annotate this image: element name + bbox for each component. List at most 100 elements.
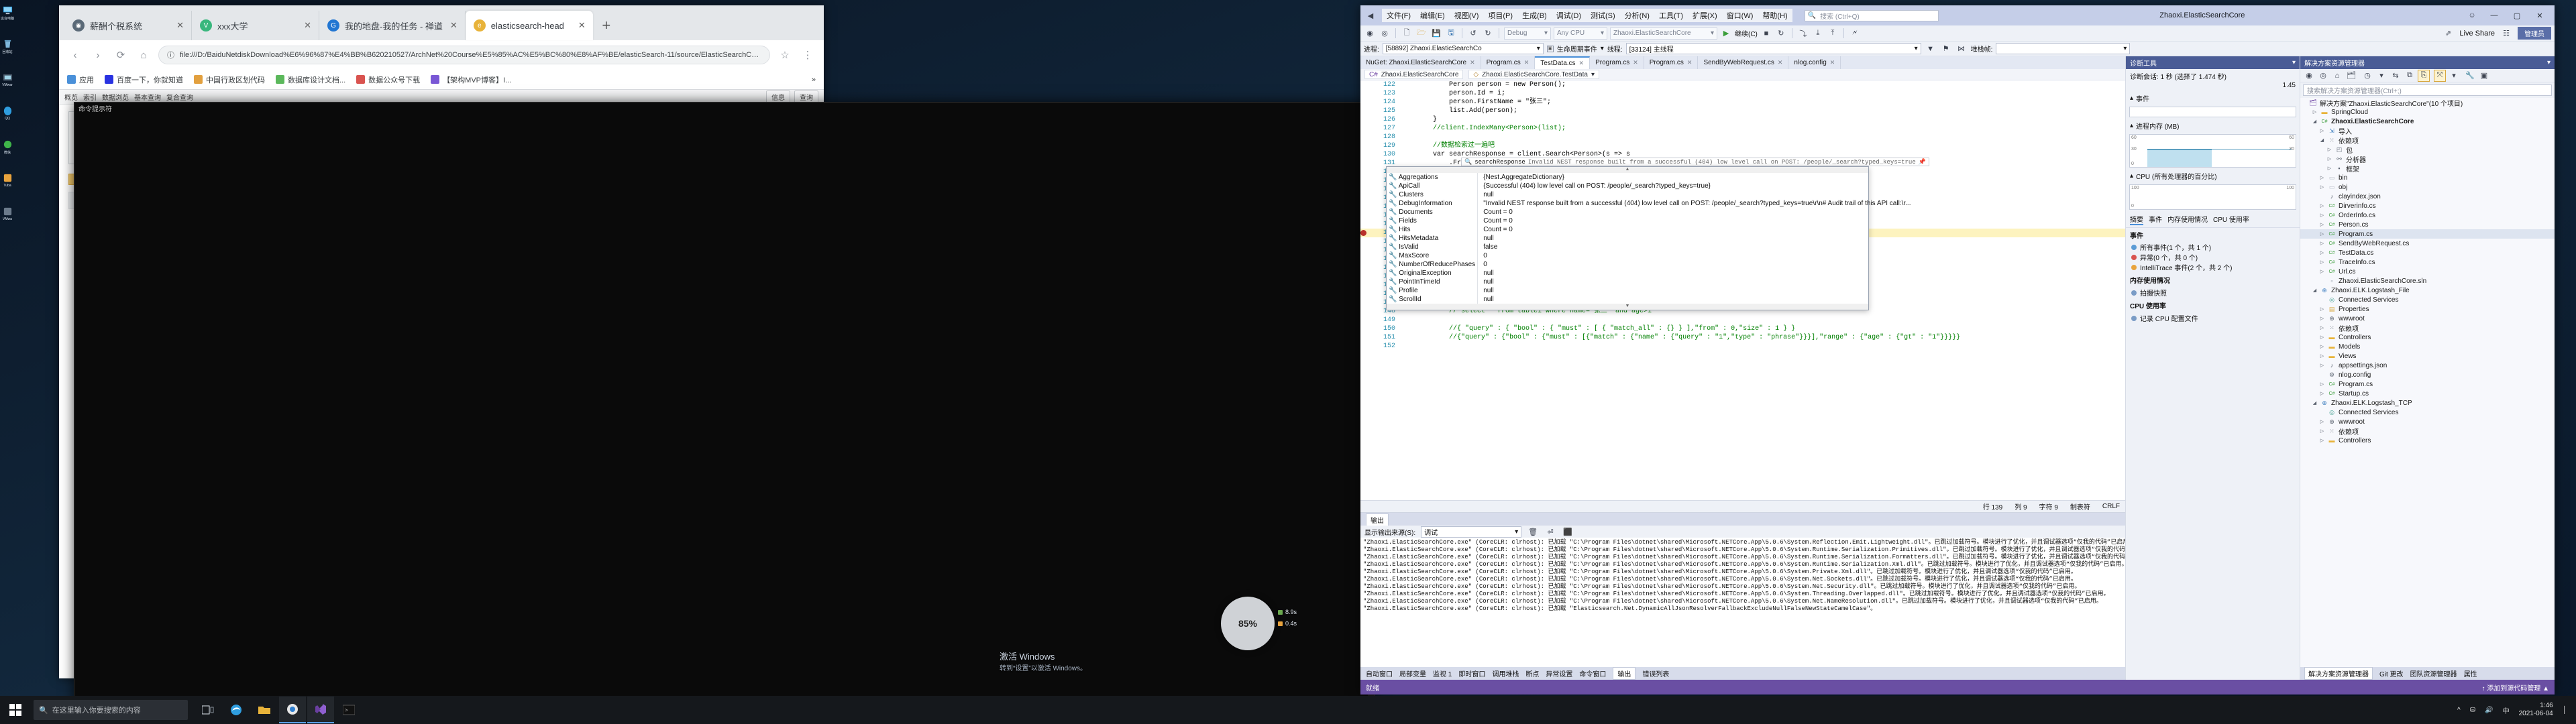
tree-item[interactable]: ▷♪appsettings.json	[2300, 361, 2555, 370]
menu-debug[interactable]: 调试(D)	[1552, 9, 1586, 22]
tree-item[interactable]: ▷C#TraceInfo.cs	[2300, 257, 2555, 267]
tree-item[interactable]: ⚙nlog.config	[2300, 370, 2555, 379]
twisty-icon[interactable]: ▷	[2312, 109, 2318, 115]
navigate-back-icon[interactable]: ◉	[1364, 27, 1376, 40]
breakpoint-gutter[interactable]	[1360, 342, 1370, 351]
event-row-0[interactable]: 所有事件(1 个，共 1 个)	[2126, 242, 2300, 252]
menu-help[interactable]: 帮助(H)	[1758, 9, 1792, 22]
close-icon[interactable]: ✕	[1633, 59, 1638, 66]
close-icon[interactable]: ✕	[1470, 59, 1475, 66]
magnifier-icon[interactable]: 🔍	[1464, 159, 1472, 166]
home-icon[interactable]: ⌂	[136, 47, 152, 63]
taskbar-search-input[interactable]: 🔍 在这里输入你要搜索的内容	[34, 700, 188, 720]
datatip-row[interactable]: 🔧 OriginalExceptionnull	[1387, 269, 1913, 278]
lifecycle-label[interactable]: 生命周期事件	[1557, 44, 1597, 54]
breakpoint-gutter[interactable]	[1360, 237, 1370, 246]
vs-search-input[interactable]: 🔍 搜索 (Ctrl+Q)	[1805, 10, 1939, 21]
breakpoint-gutter[interactable]	[1360, 80, 1370, 89]
pin-icon[interactable]: 📌	[1919, 159, 1926, 166]
preview-icon[interactable]: ▣	[2478, 70, 2490, 82]
event-row-2[interactable]: IntelliTrace 事件(2 个，共 2 个)	[2126, 262, 2300, 272]
tab-properties[interactable]: 属性	[2464, 668, 2477, 678]
navigate-forward-icon[interactable]: ◎	[1379, 27, 1391, 40]
editor-tab-0[interactable]: NuGet: Zhaoxi.ElasticSearchCore✕	[1360, 56, 1481, 69]
twisty-icon[interactable]: ▷	[2319, 241, 2325, 246]
menu-project[interactable]: 项目(P)	[1483, 9, 1517, 22]
breadcrumb-project[interactable]: C#Zhaoxi.ElasticSearchCore	[1364, 70, 1463, 79]
refresh-icon[interactable]: ⇆	[2390, 70, 2402, 82]
panel-menu-icon[interactable]: ▾	[2292, 59, 2296, 66]
flag-icon[interactable]: ⚑	[1940, 43, 1952, 55]
close-icon[interactable]: ✕	[174, 20, 186, 31]
solution-config-combo[interactable]: Debug▾	[1504, 27, 1551, 40]
tab-watch1[interactable]: 监视 1	[1433, 668, 1452, 678]
breakpoint-gutter[interactable]	[1360, 316, 1370, 324]
close-icon[interactable]: ✕	[1778, 59, 1783, 66]
close-icon[interactable]: ✕	[1830, 59, 1835, 66]
datatip-row[interactable]: 🔧 MaxScore0	[1387, 251, 1913, 260]
tab-command-window[interactable]: 命令窗口	[1579, 668, 1606, 678]
tab-output[interactable]: 输出	[1613, 667, 1635, 680]
desktop-icon-vmware[interactable]: VMwar	[0, 72, 15, 102]
save-all-icon[interactable]: 🖫	[1445, 27, 1457, 40]
breakpoint-gutter[interactable]	[1360, 202, 1370, 211]
tree-item[interactable]: ◎Connected Services	[2300, 408, 2555, 417]
twisty-icon[interactable]: ▷	[2319, 344, 2325, 349]
forward-icon[interactable]: ◎	[2317, 70, 2329, 82]
tree-item[interactable]: ▷▬Models	[2300, 342, 2555, 351]
solution-explorer-search-input[interactable]: 搜索解决方案资源管理器(Ctrl+;)	[2303, 84, 2552, 96]
open-file-icon[interactable]: 🗁	[1415, 27, 1428, 40]
cpu-section-header[interactable]: ▴ CPU (所有处理器的百分比)	[2126, 170, 2300, 182]
tree-item[interactable]: ▷▬Controllers	[2300, 333, 2555, 342]
twisty-icon[interactable]: ▷	[2319, 363, 2325, 368]
datatip-row[interactable]: 🔧 Clustersnull	[1387, 190, 1913, 199]
es-head-tab-1[interactable]: 索引	[83, 92, 97, 102]
twisty-icon[interactable]: ◢	[2312, 119, 2318, 124]
breakpoint-gutter[interactable]	[1360, 107, 1370, 115]
twisty-icon[interactable]: ▷	[2319, 222, 2325, 227]
breakpoint-icon[interactable]	[1360, 230, 1366, 236]
taskbar-edge-button[interactable]	[223, 697, 250, 723]
desktop-icon-vmware-ws[interactable]: VMwa	[0, 206, 15, 236]
breakpoint-gutter[interactable]	[1360, 333, 1370, 342]
twisty-icon[interactable]: ◢	[2319, 137, 2325, 143]
breakpoint-gutter[interactable]	[1360, 263, 1370, 272]
twisty-icon[interactable]: ▷	[2319, 438, 2325, 443]
output-tab-title[interactable]: 输出	[1366, 514, 1389, 526]
datatip-row[interactable]: 🔧 FieldsCount = 0	[1387, 217, 1913, 225]
breakpoint-gutter[interactable]	[1360, 89, 1370, 98]
twisty-icon[interactable]: ◢	[2312, 288, 2318, 293]
bookmark-item-1[interactable]: 百度一下，你就知道	[105, 74, 183, 85]
tree-item[interactable]: ▷▬SpringCloud	[2300, 107, 2555, 117]
close-icon[interactable]: ✕	[1579, 60, 1585, 67]
back-icon[interactable]: ‹	[67, 47, 83, 63]
diag-tab-cpu[interactable]: CPU 使用率	[2213, 214, 2249, 225]
twisty-icon[interactable]: ▷	[2319, 231, 2325, 237]
breakpoint-gutter[interactable]	[1360, 281, 1370, 290]
forward-icon[interactable]: ›	[90, 47, 106, 63]
tree-item[interactable]: ▷▭obj	[2300, 182, 2555, 192]
editor-tab-3[interactable]: Program.cs✕	[1590, 56, 1644, 69]
tree-item[interactable]: ▷▬Controllers	[2300, 436, 2555, 445]
bookmark-item-4[interactable]: 数据公众号下载	[356, 74, 420, 85]
word-wrap-icon[interactable]: ⏎	[1544, 526, 1556, 538]
editor-tab-1[interactable]: Program.cs✕	[1481, 56, 1536, 69]
redo-icon[interactable]: ↻	[1482, 27, 1494, 40]
account-name-badge[interactable]: 管理员	[2518, 27, 2551, 40]
tab-autos[interactable]: 自动窗口	[1366, 668, 1393, 678]
diag-tab-memory[interactable]: 内存使用情况	[2167, 214, 2208, 225]
new-project-icon[interactable]: 🗋	[1401, 27, 1413, 40]
desktop-icon-qq[interactable]: QQ	[0, 106, 15, 135]
twisty-icon[interactable]: ▷	[2319, 335, 2325, 340]
tree-item[interactable]: ▷C#Url.cs	[2300, 267, 2555, 276]
tree-item[interactable]: ♪clayindex.json	[2300, 192, 2555, 201]
breakpoint-gutter[interactable]	[1360, 150, 1370, 159]
taskbar-chrome-button[interactable]	[279, 697, 306, 723]
events-track[interactable]	[2129, 107, 2296, 117]
thread-combo[interactable]: [33124] 主线程 ▾	[1626, 43, 1921, 54]
editor-tab-5[interactable]: SendByWebRequest.cs✕	[1698, 56, 1788, 69]
account-icon[interactable]: ☷	[2500, 27, 2512, 40]
breakpoint-gutter[interactable]	[1360, 229, 1370, 237]
tree-item[interactable]: ▷C#Dirverinfo.cs	[2300, 201, 2555, 210]
tree-root[interactable]: 🗂 解决方案"Zhaoxi.ElasticSearchCore"(10 个项目)	[2300, 98, 2555, 107]
